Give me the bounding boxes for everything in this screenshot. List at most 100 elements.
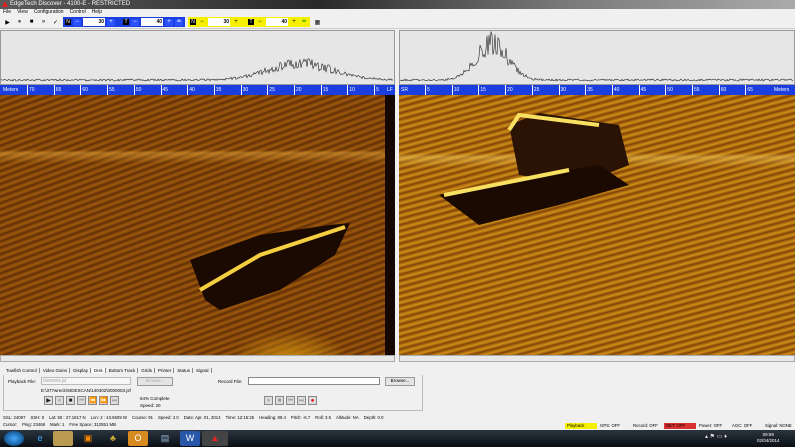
menu-help[interactable]: Help <box>92 9 102 16</box>
clock[interactable]: 09:59 02/04/2014 <box>757 432 780 444</box>
toolbar: ▶ ⏸ ■ » ✓ N − 30 + T − 40 + ≐ N − 30 + T… <box>0 16 795 29</box>
control-tabs: Towfish Control Video Gains Display Disk Bot… <box>4 368 212 373</box>
status-field: Lat: 50 : 27.1817 N <box>49 415 86 420</box>
playback-forward-button[interactable]: ⏩ <box>99 396 108 405</box>
stop-button[interactable]: ■ <box>27 19 36 25</box>
tab-signal[interactable]: Signal <box>194 368 212 373</box>
disk-panel: Playback File: 0000003.jsf Browse... E:\… <box>3 375 423 411</box>
status-field: Ping: 23468 <box>22 422 45 427</box>
scale-tick: 20 <box>294 85 302 95</box>
record-controls: ⏸ ■ ⏮ ⏭ ● <box>264 396 317 405</box>
menu-file[interactable]: File <box>3 9 11 16</box>
menu-control[interactable]: Control <box>70 9 86 16</box>
stbd-n-value[interactable]: 30 <box>208 18 230 26</box>
starboard-range-scale: SR 5 10 15 20 25 30 35 40 45 50 55 60 65 Meters <box>399 85 795 95</box>
record-last-button[interactable]: ⏭ <box>297 396 306 405</box>
port-n-value[interactable]: 30 <box>83 18 105 26</box>
file-explorer-icon[interactable] <box>53 431 73 446</box>
port-n-plus[interactable]: + <box>107 19 115 26</box>
playback-speed: Speed: 20 <box>140 403 161 408</box>
grid-icon[interactable]: ▦ <box>313 19 322 26</box>
status-field: Course: 91 <box>132 415 153 420</box>
word-icon[interactable]: W <box>180 431 200 446</box>
starboard-horizontal-scrollbar[interactable] <box>399 355 795 362</box>
fast-forward-button[interactable]: » <box>39 19 48 25</box>
playback-stop-button[interactable]: ■ <box>66 396 75 405</box>
starboard-sonar-waterfall[interactable] <box>399 95 795 355</box>
outlook-icon[interactable]: O <box>128 431 148 446</box>
stbd-gain-reset-icon[interactable]: ≐ <box>300 19 308 26</box>
scale-tick: 15 <box>321 85 329 95</box>
tab-video-gains[interactable]: Video Gains <box>41 368 70 373</box>
tab-grids[interactable]: Grids <box>139 368 155 373</box>
tab-disk[interactable]: Disk <box>92 368 106 373</box>
tab-display[interactable]: Display <box>71 368 91 373</box>
stbd-n-minus[interactable]: − <box>198 19 206 26</box>
record-stop-button[interactable]: ■ <box>275 396 284 405</box>
port-wreck-image <box>0 95 395 355</box>
port-n-icon: N <box>65 19 71 25</box>
port-t-plus[interactable]: + <box>165 19 173 26</box>
status-field: Date: Apr. 01, 2014 <box>184 415 221 420</box>
playback-file-label: Playback File: <box>8 379 36 384</box>
port-sonar-waterfall[interactable] <box>0 95 395 355</box>
scale-tick: 45 <box>161 85 169 95</box>
status-field: Time: 12:15:25 <box>226 415 255 420</box>
stbd-n-plus[interactable]: + <box>232 19 240 26</box>
record-pause-button[interactable]: ⏸ <box>264 396 273 405</box>
playback-rewind-button[interactable]: ⏪ <box>88 396 97 405</box>
status-field: Speed: 2.0 <box>158 415 179 420</box>
document-app-icon[interactable]: ▤ <box>155 431 175 446</box>
status-field: Cursor: <box>3 422 17 427</box>
record-browse-button[interactable]: Browse... <box>385 377 415 386</box>
scale-tick: 65 <box>54 85 62 95</box>
scale-tick: 45 <box>639 85 647 95</box>
scale-tick: 70 <box>27 85 35 95</box>
playback-first-button[interactable]: ⏮ <box>77 396 86 405</box>
check-button[interactable]: ✓ <box>51 19 60 26</box>
scale-tick: 20 <box>505 85 513 95</box>
scale-tick: 10 <box>347 85 355 95</box>
port-t-value[interactable]: 40 <box>141 18 163 26</box>
tab-status[interactable]: Status <box>175 368 193 373</box>
tray-icons[interactable]: ▴ ⚑ ▭ ♦ <box>705 433 727 440</box>
record-file-field[interactable] <box>248 377 380 385</box>
stbd-t-minus[interactable]: − <box>256 19 264 26</box>
scale-tick: 30 <box>559 85 567 95</box>
playback-pause-button[interactable]: ⏸ <box>55 396 64 405</box>
clock-time: 09:59 <box>763 432 774 437</box>
port-n-minus[interactable]: − <box>73 19 81 26</box>
menu-view[interactable]: View <box>17 9 28 16</box>
start-button-icon[interactable] <box>4 431 24 446</box>
status-field: Depth: 0.0 <box>364 415 384 420</box>
stbd-gain-group: N − 30 + T − 40 + ≐ <box>188 17 310 27</box>
playback-play-button[interactable]: ▶ <box>44 396 53 405</box>
play-button[interactable]: ▶ <box>3 19 12 26</box>
pause-button[interactable]: ⏸ <box>15 19 24 26</box>
port-histogram <box>0 30 395 85</box>
title-bar: EdgeTech Discover - 4100-E - RESTRICTED <box>0 0 795 9</box>
record-first-button[interactable]: ⏮ <box>286 396 295 405</box>
playback-file-field[interactable]: 0000003.jsf <box>41 377 131 385</box>
status-field: SSH: 0 <box>30 415 44 420</box>
internet-explorer-icon[interactable]: e <box>30 431 50 446</box>
stbd-t-plus[interactable]: + <box>290 19 298 26</box>
tab-towfish-control[interactable]: Towfish Control <box>4 368 40 373</box>
scale-tick: 25 <box>267 85 275 95</box>
menu-configuration[interactable]: Configuration <box>34 9 64 16</box>
tab-bottom-track[interactable]: Bottom Track <box>107 368 139 373</box>
network-app-icon[interactable]: ♣ <box>103 431 123 446</box>
playback-last-button[interactable]: ⏭ <box>110 396 119 405</box>
port-t-minus[interactable]: − <box>131 19 139 26</box>
stbd-t-value[interactable]: 40 <box>266 18 288 26</box>
tab-printer[interactable]: Printer <box>156 368 174 373</box>
port-gain-reset-icon[interactable]: ≐ <box>175 19 183 26</box>
playback-browse-button[interactable]: Browse... <box>137 377 173 386</box>
scale-tick: 10 <box>452 85 460 95</box>
record-button[interactable]: ● <box>308 396 317 405</box>
media-player-icon[interactable]: ▣ <box>78 431 98 446</box>
scale-tick: 55 <box>107 85 115 95</box>
starboard-wreck-image <box>399 95 795 355</box>
port-horizontal-scrollbar[interactable] <box>0 355 395 362</box>
edgetech-discover-taskbar-icon[interactable]: ▲ <box>202 431 228 446</box>
